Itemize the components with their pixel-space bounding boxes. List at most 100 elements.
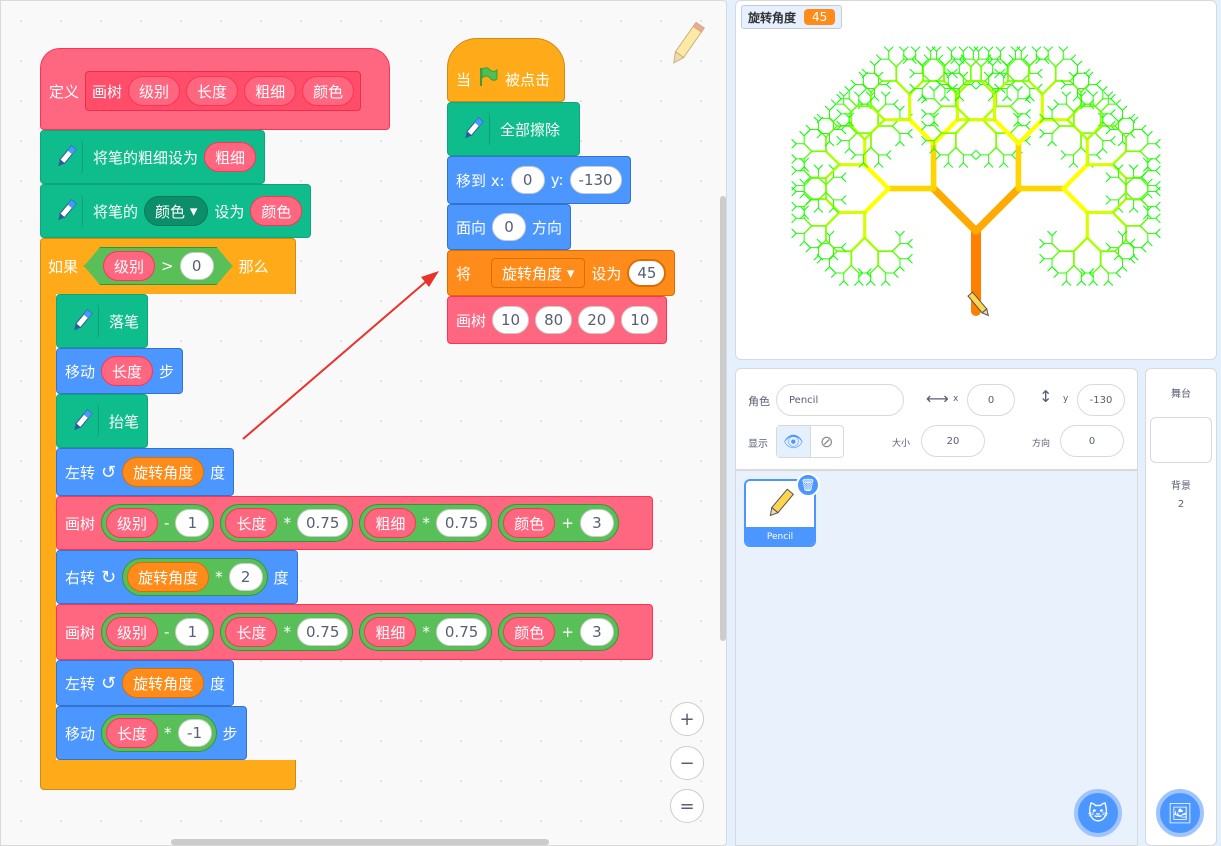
stage-canvas[interactable] (735, 0, 1217, 360)
y-input[interactable]: -130 (569, 166, 622, 194)
num-input[interactable]: 0.75 (435, 509, 488, 537)
define-block[interactable]: 定义 画树 级别 长度 粗细 颜色 (40, 48, 390, 130)
turn-unit: 度 (210, 463, 226, 482)
if-level[interactable]: 级别 (103, 251, 155, 281)
vertical-scrollbar[interactable] (720, 196, 726, 641)
horizontal-scrollbar[interactable] (171, 839, 549, 845)
sprite-name-field[interactable]: Pencil (776, 384, 904, 416)
turn-angle-var[interactable]: 旋转角度 (127, 562, 210, 592)
pen-down-block[interactable]: 落笔 (56, 294, 149, 348)
move-length[interactable]: 长度 (101, 356, 154, 386)
tree-branch (933, 98, 943, 107)
arg-color[interactable]: 颜色 (503, 617, 556, 647)
pen-size-value[interactable]: 粗细 (204, 142, 257, 172)
turn-right-block[interactable]: 右转 ↻ 旋转角度 * 2 度 (56, 550, 298, 604)
turn-left-block[interactable]: 左转 ↺ 旋转角度 度 (56, 448, 235, 496)
tree-branch (844, 85, 850, 92)
multiply-operator[interactable]: 粗细 * 0.75 (359, 613, 493, 651)
arg-input[interactable]: 80 (535, 306, 573, 334)
turn-left-block[interactable]: 左转 ↺ 旋转角度 度 (56, 660, 235, 706)
rotate-right-icon: ↻ (101, 566, 117, 588)
param-level[interactable]: 级别 (128, 76, 181, 106)
tree-branch (1092, 264, 1102, 274)
multiply-operator[interactable]: 长度 * 0.75 (220, 613, 354, 651)
y-field[interactable]: -130 (1077, 384, 1125, 416)
if-zero-input[interactable]: 0 (180, 252, 214, 280)
when-flag-clicked-hat[interactable]: 当 被点击 (447, 38, 565, 102)
stage-selector-panel[interactable]: 舞台 背景 2 🖼 (1145, 368, 1217, 846)
param-thickness[interactable]: 粗细 (244, 76, 297, 106)
multiply-operator[interactable]: 粗细 * 0.75 (359, 504, 493, 542)
param-length[interactable]: 长度 (186, 76, 239, 106)
arg-input[interactable]: 10 (621, 306, 659, 334)
eye-icon[interactable]: 👁 (777, 426, 811, 457)
tree-branch (1031, 46, 1037, 52)
turn-angle-var[interactable]: 旋转角度 (122, 457, 205, 487)
eye-off-icon[interactable]: ⊘ (811, 426, 844, 457)
add-sprite-button[interactable]: 🐱 (1074, 789, 1122, 837)
arg-input[interactable]: 20 (578, 306, 616, 334)
set-variable-block[interactable]: 将 旋转角度 ▾ 设为 45 (447, 250, 676, 296)
var-value-input[interactable]: 45 (627, 259, 667, 287)
delete-sprite-icon[interactable]: 🗑 (796, 473, 820, 497)
arg-thickness[interactable]: 粗细 (364, 508, 417, 538)
arg-input[interactable]: 10 (492, 306, 530, 334)
num-input[interactable]: 0.75 (296, 509, 349, 537)
tree-branch (899, 46, 905, 52)
set-pen-size-block[interactable]: 将笔的粗细设为 粗细 (40, 130, 266, 184)
move-block[interactable]: 移动 长度 步 (56, 348, 184, 394)
multiply-operator[interactable]: 长度 * 0.75 (220, 504, 354, 542)
arg-length[interactable]: 长度 (225, 508, 278, 538)
num-input[interactable]: 0.75 (296, 618, 349, 646)
tree-branch (803, 143, 813, 152)
num-input[interactable]: 2 (228, 563, 263, 591)
x-field[interactable]: 0 (967, 384, 1015, 416)
arg-color[interactable]: 颜色 (503, 508, 556, 538)
turn-angle-var[interactable]: 旋转角度 (122, 668, 205, 698)
move-length[interactable]: 长度 (106, 718, 159, 748)
draw-tree-call-1[interactable]: 画树 级别 - 1 长度 * 0.75 粗细 * 0.75 颜色 + 3 (56, 496, 653, 550)
tree-branch (805, 124, 811, 130)
multiply-operator[interactable]: 旋转角度 * 2 (122, 558, 268, 596)
code-workspace[interactable]: 定义 画树 级别 长度 粗细 颜色 将笔的粗细设为 粗细 将笔的 颜色 ▾ 设为… (0, 0, 727, 846)
arg-thickness[interactable]: 粗细 (364, 617, 417, 647)
subtract-operator[interactable]: 级别 - 1 (101, 504, 215, 542)
num-input[interactable]: 1 (175, 509, 210, 537)
add-operator[interactable]: 颜色 + 3 (498, 613, 619, 651)
pen-color-param-dropdown[interactable]: 颜色 ▾ (144, 196, 209, 226)
pen-up-block[interactable]: 抬笔 (56, 394, 149, 448)
multiply-operator[interactable]: 长度 * -1 (101, 714, 217, 752)
variable-dropdown[interactable]: 旋转角度 ▾ (491, 258, 586, 288)
zoom-in-button[interactable]: + (670, 702, 704, 736)
variable-monitor[interactable]: 旋转角度 45 (741, 5, 843, 29)
draw-tree-call-2[interactable]: 画树 级别 - 1 长度 * 0.75 粗细 * 0.75 颜色 + 3 (56, 604, 653, 660)
arg-level[interactable]: 级别 (106, 508, 159, 538)
zoom-out-button[interactable]: − (670, 746, 704, 780)
direction-field[interactable]: 0 (1060, 425, 1124, 457)
num-input[interactable]: 1 (175, 618, 210, 646)
zoom-reset-button[interactable]: = (670, 789, 704, 823)
subtract-operator[interactable]: 级别 - 1 (101, 613, 215, 651)
clear-block[interactable]: 全部擦除 (447, 102, 580, 156)
pen-color-value[interactable]: 颜色 (250, 196, 303, 226)
size-field[interactable]: 20 (921, 425, 985, 457)
x-input[interactable]: 0 (510, 166, 545, 194)
move-back-block[interactable]: 移动 长度 * -1 步 (56, 706, 247, 760)
arg-level[interactable]: 级别 (106, 617, 159, 647)
greater-than-operator[interactable]: 级别 > 0 (84, 247, 233, 285)
num-input[interactable]: 0.75 (435, 618, 488, 646)
goto-xy-block[interactable]: 移到 x: 0 y: -130 (447, 156, 631, 204)
set-pen-color-block[interactable]: 将笔的 颜色 ▾ 设为 颜色 (40, 184, 312, 238)
tree-branch (1023, 54, 1029, 60)
point-direction-block[interactable]: 面向 0 方向 (447, 204, 572, 250)
num-input[interactable]: 3 (579, 509, 614, 537)
direction-input[interactable]: 0 (492, 213, 527, 241)
stage-thumbnail[interactable] (1150, 417, 1212, 463)
arg-length[interactable]: 长度 (225, 617, 278, 647)
draw-tree-call-main[interactable]: 画树 10 80 20 10 (447, 296, 668, 344)
add-operator[interactable]: 颜色 + 3 (498, 504, 619, 542)
num-input[interactable]: -1 (177, 719, 212, 747)
add-backdrop-button[interactable]: 🖼 (1156, 789, 1204, 837)
num-input[interactable]: 3 (579, 618, 614, 646)
param-color[interactable]: 颜色 (302, 76, 355, 106)
